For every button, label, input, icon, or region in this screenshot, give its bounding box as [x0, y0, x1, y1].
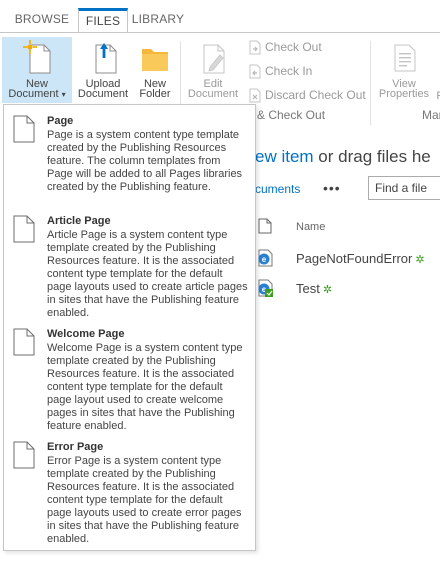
- file-type-column-icon[interactable]: [258, 218, 272, 234]
- discard-check-out-label: Discard Check Out: [265, 88, 366, 102]
- aspx-page-checked-out-icon: e: [258, 279, 273, 297]
- folder-icon: [142, 49, 168, 71]
- view-properties-icon: [394, 44, 416, 72]
- column-header-name[interactable]: Name: [296, 221, 325, 233]
- new-document-label-line2: Document ▾: [8, 88, 66, 100]
- new-item-link[interactable]: ew item: [255, 147, 314, 166]
- edit-document-label-line2: Document: [187, 88, 239, 100]
- discard-check-out-icon: [249, 88, 261, 103]
- page-icon: [13, 328, 35, 356]
- drag-files-text: or drag files he: [313, 147, 431, 166]
- check-in-label: Check In: [265, 64, 313, 78]
- chevron-down-icon: ▾: [61, 90, 66, 99]
- page-icon: [13, 441, 35, 469]
- discard-check-out-button[interactable]: Discard Check Out: [248, 87, 366, 103]
- menu-item-description: Welcome Page is a system content type te…: [47, 342, 243, 432]
- view-properties-button[interactable]: View Properties: [374, 39, 434, 100]
- new-item-icon: ✲: [415, 254, 425, 266]
- menu-item-description: Article Page is a system content type te…: [47, 229, 248, 319]
- new-document-button[interactable]: New Document ▾: [2, 37, 72, 103]
- upload-document-icon: [95, 43, 117, 74]
- menu-item-title: Error Page: [47, 441, 104, 453]
- aspx-page-icon: e: [258, 249, 273, 267]
- page-icon: [13, 115, 35, 143]
- more-options-icon[interactable]: •••: [323, 180, 341, 196]
- ribbon-tab-bar: BROWSE FILES LIBRARY: [0, 0, 440, 34]
- tab-files[interactable]: FILES: [78, 8, 128, 34]
- ribbon-partial-label: P: [435, 91, 440, 102]
- new-document-menu: Page Page is a system content type templ…: [3, 104, 256, 551]
- view-toolbar: cuments ••• Find a file: [255, 176, 440, 200]
- documents-view-link[interactable]: cuments: [255, 182, 300, 196]
- file-name-link[interactable]: Test ✲: [296, 281, 332, 296]
- new-item-prompt: ew item or drag files he: [255, 147, 431, 167]
- menu-item-title: Article Page: [47, 215, 111, 227]
- check-in-button[interactable]: Check In: [248, 63, 312, 79]
- group-label-manage-partial: Mar: [422, 108, 440, 122]
- group-label-open-check-out: & Check Out: [257, 108, 326, 122]
- ribbon-group-separator-2: [370, 41, 371, 125]
- edit-document-button[interactable]: Edit Document: [183, 39, 243, 100]
- svg-text:e: e: [262, 255, 267, 264]
- upload-document-button[interactable]: Upload Document: [75, 39, 131, 100]
- check-in-icon: [249, 64, 261, 79]
- ribbon-partial-button[interactable]: P: [435, 91, 440, 102]
- view-properties-label-line2: Properties: [378, 88, 430, 100]
- tab-library[interactable]: LIBRARY: [128, 8, 188, 33]
- menu-item-description: Page is a system content type template c…: [47, 129, 243, 193]
- tab-browse[interactable]: BROWSE: [6, 8, 78, 33]
- check-out-label: Check Out: [265, 40, 322, 54]
- upload-document-label-line2: Document: [77, 88, 129, 100]
- new-item-icon: ✲: [322, 284, 333, 296]
- check-out-button[interactable]: Check Out: [248, 39, 322, 55]
- new-folder-button[interactable]: New Folder: [133, 39, 177, 100]
- file-name-link[interactable]: PageNotFoundError ✲: [296, 251, 425, 266]
- find-file-search-input[interactable]: Find a file: [368, 176, 440, 200]
- menu-item-title: Page: [47, 115, 74, 127]
- new-document-icon: [23, 40, 51, 74]
- edit-document-icon: [203, 44, 225, 74]
- page-icon: [13, 215, 35, 243]
- menu-item-title: Welcome Page: [47, 328, 125, 340]
- menu-item-description: Error Page is a system content type temp…: [47, 455, 242, 545]
- new-folder-label-line2: Folder: [139, 88, 171, 100]
- check-out-icon: [249, 40, 261, 55]
